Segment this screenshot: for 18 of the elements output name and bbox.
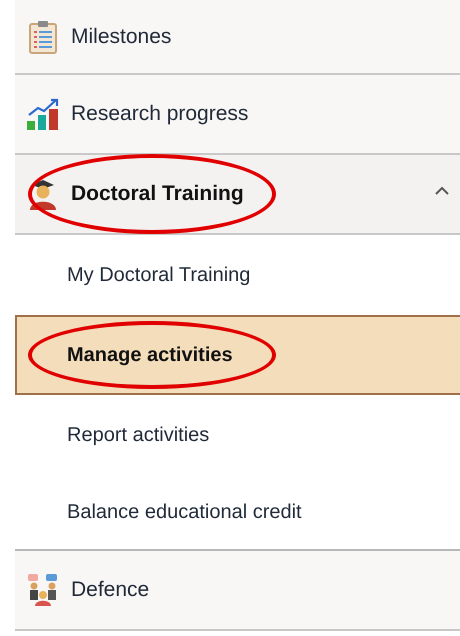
menu-item-label: Defence [71, 578, 150, 602]
menu-item-label: Milestones [71, 24, 172, 48]
submenu-item-label: Report activities [67, 424, 210, 446]
submenu-item-label: Balance educational credit [67, 500, 302, 524]
menu-item[interactable]: Milestones [15, 0, 460, 75]
chevron-up-icon[interactable] [434, 185, 450, 195]
people-group-icon [26, 573, 60, 607]
menu-item[interactable]: Doctoral Training [15, 155, 460, 235]
submenu-item-label: Manage activities [67, 344, 233, 366]
submenu-item-label: My Doctoral Training [67, 264, 250, 286]
menu-item[interactable]: Research progress [15, 75, 460, 155]
graduate-icon [28, 177, 58, 211]
submenu-item[interactable]: Manage activities [15, 315, 460, 395]
menu-item[interactable]: Defence [15, 551, 460, 631]
menu-item-label: Research progress [71, 102, 248, 126]
menu-item-label: Doctoral Training [71, 182, 244, 206]
bar-chart-icon [26, 97, 60, 131]
clipboard-icon [28, 20, 58, 54]
